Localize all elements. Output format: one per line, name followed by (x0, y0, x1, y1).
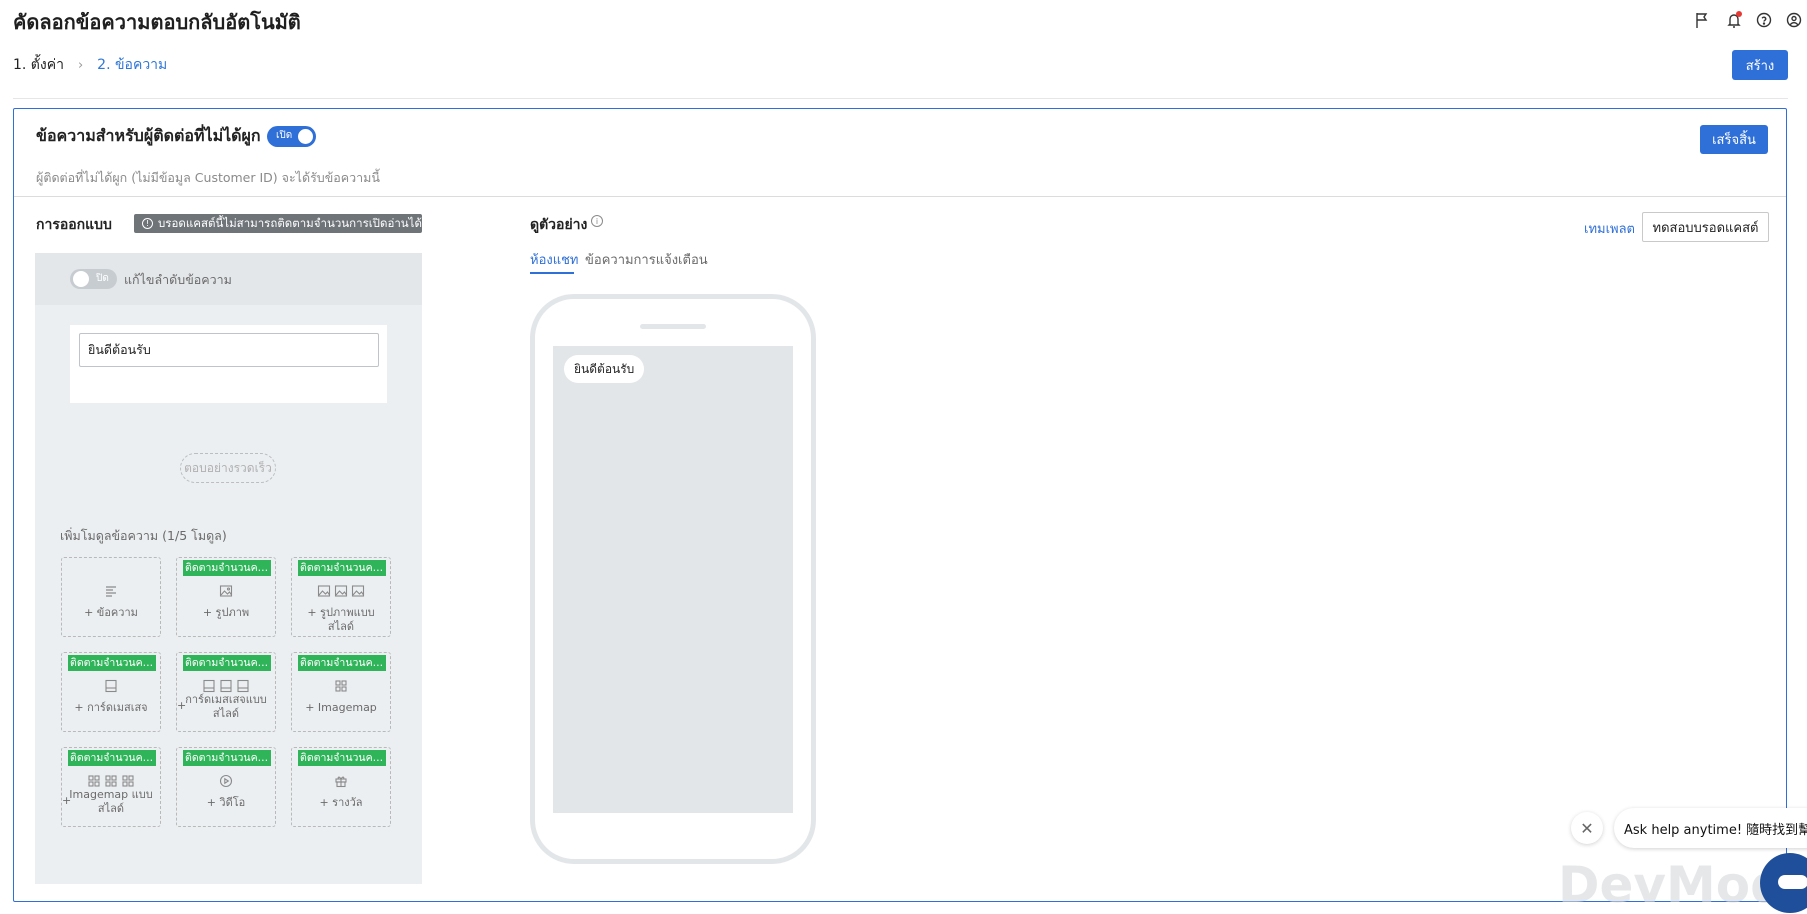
phone-screen (553, 346, 793, 813)
module-label: + การ์ดเมสเสจ (74, 701, 148, 714)
finish-button[interactable]: เสร็จสิ้น (1700, 125, 1768, 154)
add-image-module[interactable]: ติดตามจำนวนคน... + รูปภาพ (176, 557, 276, 637)
tracking-tag: ติดตามจำนวนคน... (298, 655, 386, 671)
tracking-tag: ติดตามจำนวนคน... (298, 750, 386, 766)
gift-icon (292, 774, 390, 788)
divider (13, 98, 1788, 99)
close-icon[interactable]: ✕ (1571, 812, 1603, 844)
info-icon: ! (142, 218, 153, 229)
info-icon[interactable]: i (591, 215, 603, 227)
tracking-tag: ติดตามจำนวนคน... (183, 560, 271, 576)
page-title: คัดลอกข้อความตอบกลับอัตโนมัติ (13, 10, 301, 34)
phone-speaker (640, 324, 706, 329)
tab-chat-room[interactable]: ห้องแชท (530, 249, 579, 270)
help-bubble[interactable]: Ask help anytime! 隨時找到幫助! (1614, 808, 1807, 848)
chat-launcher-icon (1778, 875, 1807, 889)
quick-reply-button[interactable]: ตอบอย่างรวดเร็ว (180, 453, 276, 483)
module-label: + วิดีโอ (206, 796, 246, 809)
toggle-knob (298, 129, 313, 144)
tab-notification-message[interactable]: ข้อความการแจ้งเตือน (585, 249, 708, 270)
toggle-knob (73, 271, 89, 287)
notification-dot (1736, 11, 1742, 17)
watermark: DevMod (1558, 856, 1786, 914)
tracking-warning-badge: ! บรอดแคสต์นี้ไม่สามารถติดตามจำนวนการเปิ… (134, 214, 422, 233)
add-imagemap-carousel-module[interactable]: ติดตามจำนวนคน... + Imagemap แบบสไลด์ (61, 747, 161, 827)
tracking-tag: ติดตามจำนวนคน... (183, 655, 271, 671)
section-title: ข้อความสำหรับผู้ติดต่อที่ไม่ได้ผูก (36, 126, 261, 145)
module-label: + รูปภาพแบบสไลด์ (307, 606, 375, 633)
template-link[interactable]: เทมเพลต (1584, 218, 1635, 239)
add-video-module[interactable]: ติดตามจำนวนคน... + วิดีโอ (176, 747, 276, 827)
unlinked-message-toggle[interactable]: เปิด (267, 126, 316, 147)
add-card-carousel-module[interactable]: ติดตามจำนวนคน... + การ์ดเมสเสจแบบสไลด์ (176, 652, 276, 732)
card-icon (62, 679, 160, 693)
toggle-label: ปิด (96, 273, 109, 284)
module-label: Imagemap แบบสไลด์ (69, 788, 153, 815)
module-label: การ์ดเมสเสจแบบสไลด์ (185, 693, 267, 720)
imagemap-carousel-icon (62, 774, 160, 788)
add-image-carousel-module[interactable]: ติดตามจำนวนคน... + รูปภาพแบบสไลด์ (291, 557, 391, 637)
chat-bubble: ยินดีต้อนรับ (564, 355, 645, 383)
card-carousel-icon (177, 679, 275, 693)
breadcrumb: 1. ตั้งค่า › 2. ข้อความ (13, 54, 167, 76)
add-imagemap-module[interactable]: ติดตามจำนวนคน... + Imagemap (291, 652, 391, 732)
test-broadcast-button[interactable]: ทดสอบบรอดแคสต์ (1642, 212, 1769, 242)
section-description: ผู้ติดต่อที่ไม่ได้ผูก (ไม่มีข้อมูล Custo… (36, 170, 380, 185)
step-settings[interactable]: 1. ตั้งค่า (13, 54, 64, 76)
text-lines-icon (62, 584, 160, 598)
reorder-label: แก้ไขลำดับข้อความ (124, 272, 232, 287)
bell-icon[interactable] (1724, 10, 1744, 30)
create-button[interactable]: สร้าง (1732, 50, 1788, 80)
module-label: + Imagemap (305, 701, 377, 714)
tracking-tag: ติดตามจำนวนคน... (183, 750, 271, 766)
help-icon[interactable] (1754, 10, 1774, 30)
module-label: + รางวัล (319, 796, 363, 809)
module-label: + ข้อความ (84, 606, 138, 619)
divider (14, 196, 1786, 197)
tracking-tag: ติดตามจำนวนคน... (298, 560, 386, 576)
active-tab-indicator (530, 272, 574, 274)
design-label: การออกแบบ (36, 217, 112, 233)
imagemap-icon (292, 679, 390, 693)
flag-icon[interactable] (1692, 10, 1712, 30)
add-text-module[interactable]: + ข้อความ (61, 557, 161, 637)
tracking-tag: ติดตามจำนวนคน... (68, 750, 156, 766)
add-card-module[interactable]: ติดตามจำนวนคน... + การ์ดเมสเสจ (61, 652, 161, 732)
video-icon (177, 774, 275, 788)
step-message[interactable]: 2. ข้อความ (97, 54, 167, 76)
image-icon (177, 584, 275, 598)
reorder-toggle[interactable]: ปิด (70, 269, 117, 289)
module-label: + รูปภาพ (202, 606, 250, 619)
warning-text: บรอดแคสต์นี้ไม่สามารถติดตามจำนวนการเปิดอ… (158, 215, 422, 230)
user-icon[interactable] (1784, 10, 1804, 30)
add-reward-module[interactable]: ติดตามจำนวนคน... + รางวัล (291, 747, 391, 827)
preview-label: ดูตัวอย่าง (530, 217, 588, 233)
tracking-tag: ติดตามจำนวนคน... (68, 655, 156, 671)
toggle-label: เปิด (276, 130, 293, 141)
message-text-input[interactable] (79, 333, 379, 367)
breadcrumb-separator: › (77, 57, 84, 73)
modules-label: เพิ่มโมดูลข้อความ (1/5 โมดูล) (60, 528, 227, 543)
image-carousel-icon (292, 584, 390, 598)
